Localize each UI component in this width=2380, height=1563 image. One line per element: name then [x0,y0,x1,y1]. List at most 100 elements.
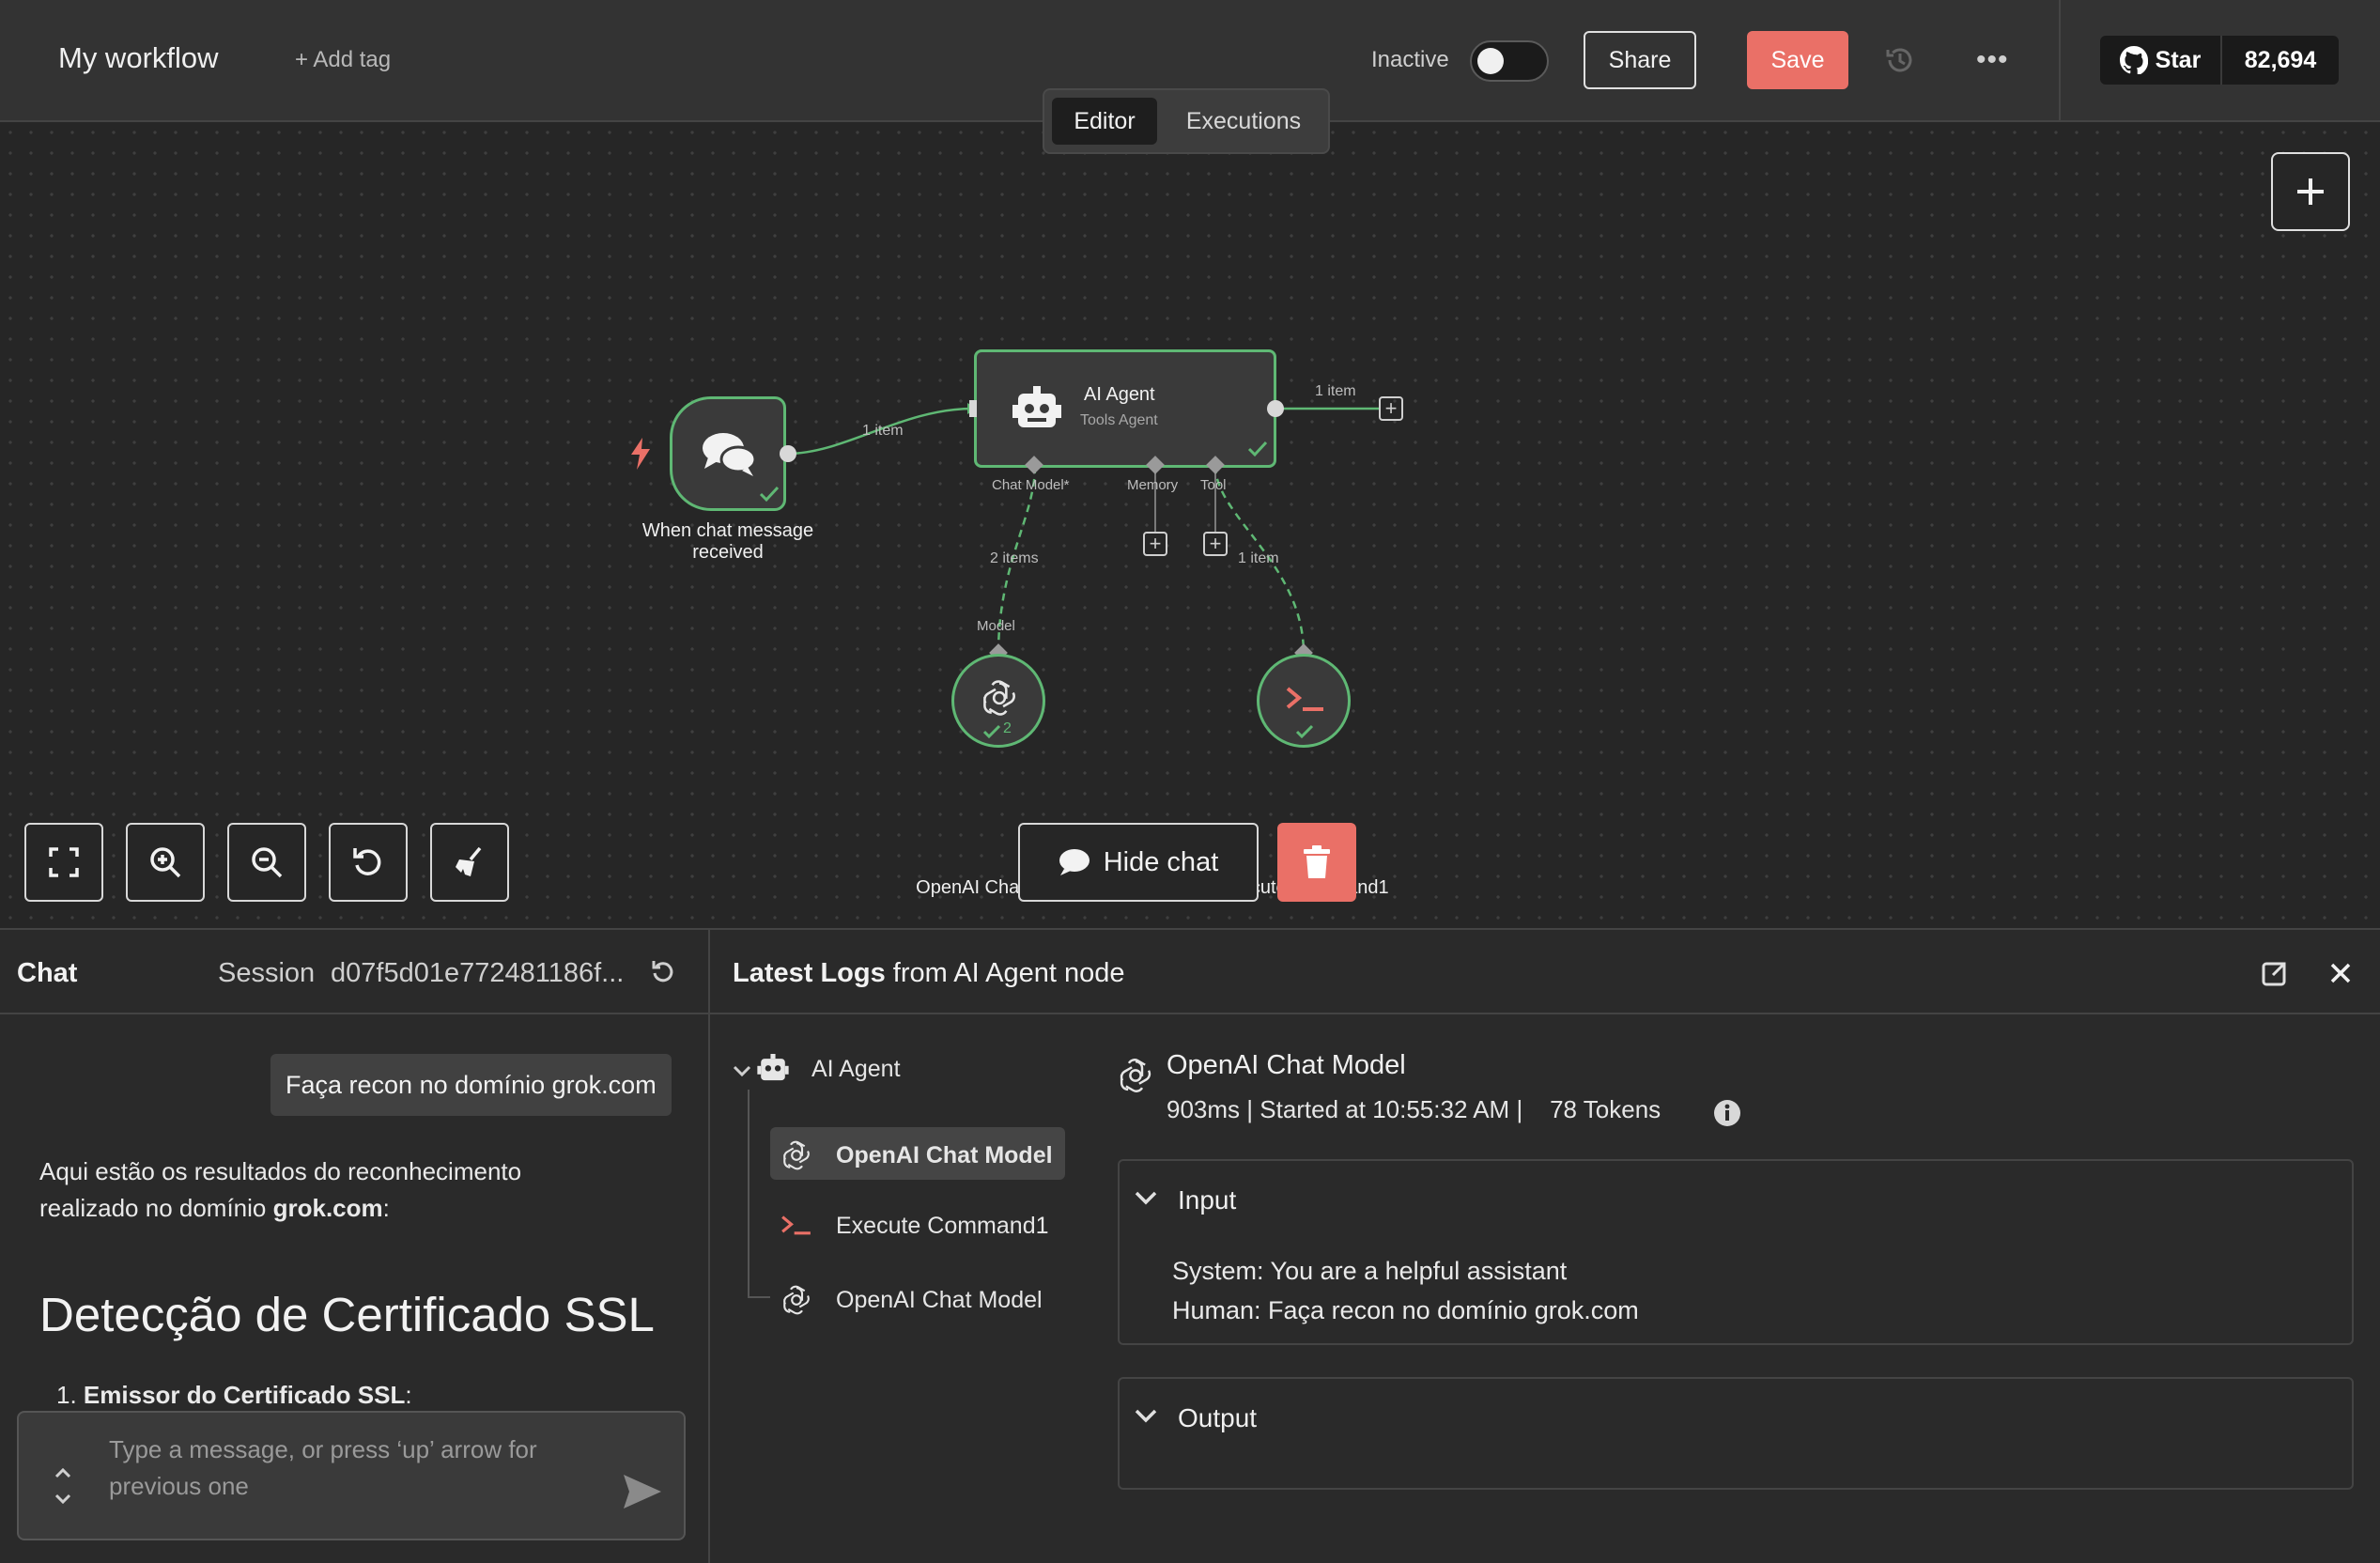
input-system-message: System: You are a helpful assistant [1172,1257,1568,1285]
openai-icon [783,1140,810,1170]
chat-trigger-node[interactable] [670,396,786,511]
tidy-up-button[interactable] [430,823,509,902]
bot-message-intro: Aqui estão os resultados do reconhecimen… [39,1157,522,1222]
send-icon[interactable] [622,1473,663,1510]
history-icon[interactable] [1882,42,1918,78]
logs-panel: Latest Logs from AI Agent node AI Agent … [710,930,2380,1563]
openai-chat-model-node[interactable]: 2 [951,654,1045,748]
tree-item-openai-chat-model-1[interactable]: OpenAI Chat Model [780,1138,1053,1172]
add-node-button[interactable] [2271,152,2350,231]
zoom-in-icon [150,847,181,878]
chevron-down-icon[interactable] [729,1061,757,1084]
agent-input-handle[interactable] [969,400,977,417]
save-button[interactable]: Save [1747,31,1848,89]
add-next-node-icon[interactable]: + [1379,396,1403,421]
tree-item-execute-command[interactable]: Execute Command1 [780,1212,1049,1240]
workflow-canvas[interactable]: 1 item 1 item 2 items 1 item When chat m… [0,122,2380,928]
github-star-label: Star [2155,46,2202,73]
output-section-title[interactable]: Output [1178,1403,1257,1433]
zoom-out-icon [252,847,283,878]
ai-agent-subtitle: Tools Agent [1080,412,1158,428]
success-check-icon [1247,441,1268,457]
success-check-icon [982,724,1001,739]
chevron-down-icon[interactable] [1133,1189,1159,1210]
connection-label-agent-out: 1 item [1315,383,1356,399]
add-tag-button[interactable]: + Add tag [295,47,391,73]
popout-icon[interactable] [2262,960,2288,986]
tree-item-openai-chat-model-2[interactable]: OpenAI Chat Model [780,1283,1043,1317]
add-memory-icon[interactable]: + [1143,532,1167,556]
active-toggle[interactable] [1470,40,1549,82]
execute-command-node[interactable] [1257,654,1351,748]
chat-bubble-icon [1059,849,1090,875]
agent-output-handle[interactable] [1267,400,1284,417]
github-icon [2119,46,2148,74]
zoom-out-button[interactable] [227,823,306,902]
ai-agent-title: AI Agent [1084,384,1155,405]
tab-editor[interactable]: Editor [1052,98,1157,145]
tool-port-label: Tool [1200,477,1227,493]
session-label: Session [218,958,316,988]
header-divider [2059,0,2061,120]
connection-label-chat-model: 2 items [990,550,1039,566]
run-meta: 903ms | Started at 10:55:32 AM | 78 Toke… [1167,1095,1661,1123]
chat-panel: Chat Session d07f5d01e772481186f... Faça… [0,930,710,1563]
success-check-icon [759,486,780,503]
ai-agent-node[interactable]: AI Agent Tools Agent [974,349,1276,468]
bottom-panel: Chat Session d07f5d01e772481186f... Faça… [0,928,2380,1563]
model-port-label: Model [977,618,1015,634]
undo-icon [353,848,381,875]
success-check-icon [1295,724,1314,739]
add-tool-icon[interactable]: + [1203,532,1228,556]
connections-layer [786,403,1381,655]
fit-view-button[interactable] [24,823,103,902]
terminal-icon [781,1215,811,1235]
input-section: Input System: You are a helpful assistan… [1118,1159,2354,1345]
plus-icon [2297,178,2324,205]
broom-icon [456,846,482,876]
github-star-count: 82,694 [2244,46,2317,73]
workflow-title[interactable]: My workflow [58,41,219,75]
more-options-icon[interactable]: ••• [1976,45,2010,75]
chat-title: Chat [17,958,78,988]
openai-icon [983,680,1015,716]
active-status-label: Inactive [1371,47,1449,72]
clear-execution-button[interactable] [1277,823,1356,902]
zoom-in-button[interactable] [126,823,205,902]
info-icon[interactable] [1713,1099,1741,1127]
chat-message-input[interactable]: Type a message, or press ‘up’ arrow for … [109,1431,616,1505]
openai-icon [1120,1059,1151,1092]
tree-line [748,1090,750,1298]
hide-chat-label: Hide chat [1103,846,1219,877]
github-star-button[interactable]: Star 82,694 [2100,36,2339,85]
logs-header: Latest Logs from AI Agent node [710,930,2380,1014]
logs-title: Latest Logs from AI Agent node [733,958,1125,988]
run-started: Started at 10:55:32 AM [1260,1095,1510,1123]
tree-item-ai-agent[interactable]: AI Agent [757,1054,901,1084]
input-human-message: Human: Faça recon no domínio grok.com [1172,1296,1639,1324]
terminal-icon [1286,687,1323,711]
bot-domain: grok.com [272,1194,383,1222]
input-section-title[interactable]: Input [1178,1185,1236,1215]
share-button[interactable]: Share [1584,31,1696,89]
close-icon[interactable] [2329,962,2352,984]
fullscreen-icon [49,847,79,877]
tab-executions[interactable]: Executions [1165,98,1322,145]
hide-chat-button[interactable]: Hide chat [1018,823,1259,902]
user-message: Faça recon no domínio grok.com [270,1054,672,1116]
session-id[interactable]: d07f5d01e772481186f... [331,958,624,989]
trigger-output-handle[interactable] [780,445,796,462]
chat-model-port-label: Chat Model* [992,477,1070,493]
reset-zoom-button[interactable] [329,823,408,902]
history-arrows-icon[interactable] [53,1465,73,1507]
chat-header: Chat Session d07f5d01e772481186f... [0,930,708,1014]
chat-input-container[interactable]: Type a message, or press ‘up’ arrow for … [17,1411,686,1540]
openai-run-count: 2 [1003,720,1012,736]
chevron-down-icon[interactable] [1133,1407,1159,1428]
run-title: OpenAI Chat Model [1167,1050,1406,1080]
toggle-knob [1477,48,1504,74]
connection-label-tool: 1 item [1238,550,1279,566]
trigger-bolt-icon [631,438,650,470]
refresh-session-icon[interactable] [650,958,678,986]
bot-message-heading: Detecção de Certificado SSL [39,1288,655,1341]
